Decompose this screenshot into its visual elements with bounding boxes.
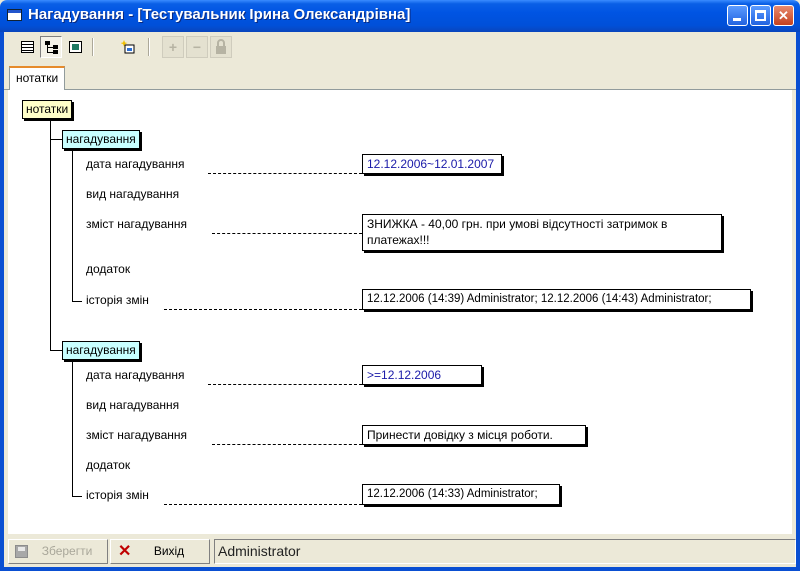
field-leader — [208, 173, 362, 174]
field-label: історія змін — [86, 488, 149, 502]
tree-view-button[interactable] — [40, 36, 62, 58]
toolbar: + − — [4, 32, 796, 62]
toolbar-separator — [92, 38, 94, 56]
tree-connector — [50, 139, 62, 140]
status-bar: Зберегти ✕ Вихід Administrator — [4, 536, 796, 567]
lock-button[interactable] — [210, 36, 232, 58]
field-label: дата нагадування — [86, 157, 185, 171]
field-leader — [212, 444, 362, 445]
field-value[interactable]: >=12.12.2006 — [362, 365, 482, 385]
field-label: дата нагадування — [86, 368, 185, 382]
plus-icon: + — [168, 39, 178, 55]
tree-root-node[interactable]: нотатки — [22, 100, 73, 119]
tab-notes[interactable]: нотатки — [9, 66, 66, 90]
minimize-button[interactable] — [727, 5, 748, 26]
save-button-label: Зберегти — [41, 544, 93, 558]
remove-button[interactable]: − — [186, 36, 208, 58]
field-value[interactable]: 12.12.2006~12.01.2007 — [362, 154, 502, 174]
current-user-field: Administrator — [214, 539, 796, 564]
exit-button[interactable]: ✕ Вихід — [110, 539, 210, 564]
tree-connector — [72, 301, 82, 302]
app-window-icon[interactable] — [7, 9, 22, 21]
tree-connector — [72, 149, 73, 301]
tree-node-reminder[interactable]: нагадування — [62, 130, 140, 149]
new-record-icon — [121, 40, 135, 54]
field-leader — [164, 309, 362, 310]
grid-view-button[interactable] — [16, 36, 38, 58]
tree-connector — [50, 117, 51, 350]
title-bar[interactable]: Нагадування - [Тестувальник Ірина Олекса… — [0, 0, 800, 32]
exit-button-label: Вихід — [153, 544, 185, 558]
maximize-icon — [755, 10, 766, 21]
field-value[interactable]: 12.12.2006 (14:39) Administrator; 12.12.… — [362, 289, 751, 310]
field-label: додаток — [86, 458, 131, 472]
field-label: вид нагадування — [86, 398, 180, 412]
tree-view-panel: нотатки нагадування дата нагадування 12.… — [8, 90, 792, 534]
form-view-button[interactable] — [64, 36, 86, 58]
minimize-icon — [733, 18, 741, 21]
tree-view-icon — [44, 40, 59, 54]
save-button[interactable]: Зберегти — [8, 539, 108, 564]
tree-connector — [72, 360, 73, 496]
form-view-icon — [69, 41, 82, 53]
field-leader — [212, 233, 362, 234]
application-window: Нагадування - [Тестувальник Ірина Олекса… — [0, 0, 800, 571]
window-title: Нагадування - [Тестувальник Ірина Олекса… — [28, 6, 411, 23]
field-leader — [164, 504, 362, 505]
window-frame-bottom — [0, 567, 800, 571]
add-button[interactable]: + — [162, 36, 184, 58]
window-frame-left — [0, 32, 4, 571]
new-record-button[interactable] — [116, 36, 138, 58]
field-value[interactable]: 12.12.2006 (14:33) Administrator; — [362, 484, 560, 505]
field-label: додаток — [86, 262, 131, 276]
close-button[interactable]: ✕ — [773, 5, 794, 26]
field-label: вид нагадування — [86, 187, 180, 201]
close-icon: ✕ — [778, 8, 789, 23]
tree-connector — [72, 496, 82, 497]
field-label: зміст нагадування — [86, 428, 188, 442]
field-label: історія змін — [86, 293, 149, 307]
lock-icon — [216, 39, 226, 54]
field-leader — [208, 384, 362, 385]
field-value[interactable]: Принести довідку з місця роботи. — [362, 425, 586, 445]
minus-icon: − — [192, 39, 202, 55]
tree-connector — [50, 350, 62, 351]
field-label: зміст нагадування — [86, 217, 188, 231]
tab-strip: нотатки — [4, 62, 796, 90]
grid-view-icon — [21, 41, 34, 53]
maximize-button[interactable] — [750, 5, 771, 26]
toolbar-separator — [148, 38, 150, 56]
tree-node-reminder[interactable]: нагадування — [62, 341, 140, 360]
window-frame-right — [796, 32, 800, 571]
field-value[interactable]: ЗНИЖКА - 40,00 грн. при умові відсутност… — [362, 214, 722, 251]
